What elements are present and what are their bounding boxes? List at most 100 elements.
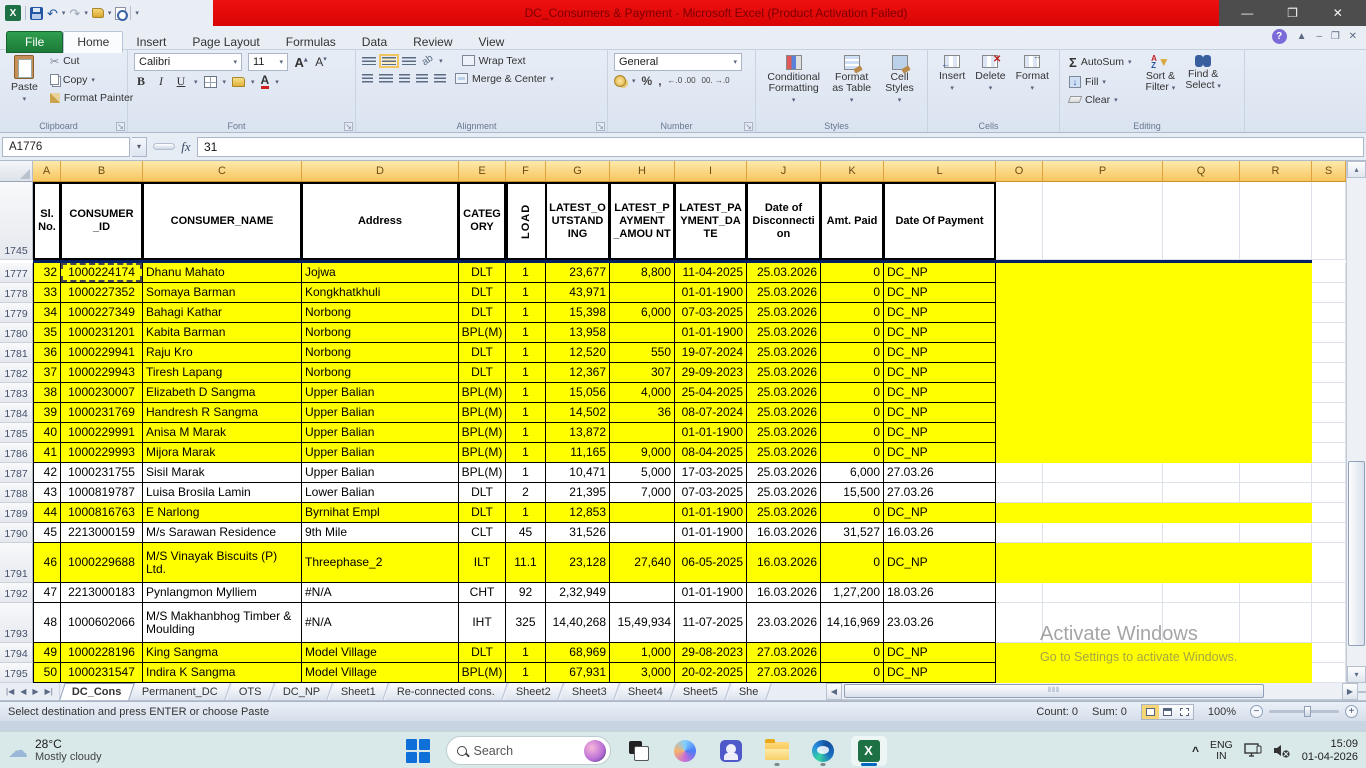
cell-empty[interactable] [1163, 303, 1240, 323]
cell[interactable]: 0 [821, 403, 884, 423]
cell[interactable]: 23.03.26 [884, 603, 996, 643]
clock[interactable]: 15:0901-04-2026 [1302, 738, 1358, 764]
search-box[interactable]: Search [446, 736, 611, 765]
cell[interactable]: 1 [506, 423, 546, 443]
column-header-P[interactable]: P [1043, 161, 1163, 182]
paste-button[interactable]: Paste ▾ [6, 53, 43, 105]
cell[interactable]: 25.03.2026 [747, 343, 821, 363]
cell[interactable]: Handresh R Sangma [143, 403, 302, 423]
cell-empty[interactable] [1240, 323, 1312, 343]
cell[interactable]: 9th Mile [302, 523, 459, 543]
cell[interactable]: 11,165 [546, 443, 610, 463]
cell-empty[interactable] [1312, 182, 1346, 260]
zoom-slider[interactable]: − + [1250, 705, 1358, 718]
cell-empty[interactable] [1240, 503, 1312, 523]
cell[interactable]: 48 [33, 603, 61, 643]
cell[interactable]: DLT [459, 343, 506, 363]
cell-empty[interactable] [1163, 182, 1240, 260]
sheet-tab-ots[interactable]: OTS [227, 683, 274, 700]
cell-empty[interactable] [1163, 603, 1240, 643]
cell[interactable]: 0 [821, 303, 884, 323]
cell[interactable]: 36 [610, 403, 675, 423]
cell[interactable]: DC_NP [884, 343, 996, 363]
cell[interactable]: Byrnihat Empl [302, 503, 459, 523]
format-as-table-button[interactable]: Formatas Table ▾ [825, 53, 878, 108]
cell[interactable]: 25.03.2026 [747, 403, 821, 423]
fill-dropdown-icon[interactable]: ▾ [108, 9, 112, 17]
cell[interactable]: 08-04-2025 [675, 443, 747, 463]
ribbon-tab-review[interactable]: Review [400, 32, 465, 52]
paste-dropdown-icon[interactable]: ▾ [23, 95, 27, 103]
cell[interactable]: DC_NP [884, 663, 996, 683]
cell-empty[interactable] [996, 303, 1043, 323]
cell[interactable]: 25.03.2026 [747, 443, 821, 463]
header-cell[interactable]: LATEST_PA YMENT_DA TE [675, 182, 747, 260]
row-header-1785[interactable]: 1785 [0, 423, 33, 443]
workbook-window-controls[interactable]: – ❐ ✕ [1317, 31, 1360, 42]
cell[interactable]: 325 [506, 603, 546, 643]
cut-button[interactable]: ✂Cut [47, 53, 136, 69]
cell[interactable]: 7,000 [610, 483, 675, 503]
row-header-1793[interactable]: 1793 [0, 603, 33, 643]
cell[interactable]: Anisa M Marak [143, 423, 302, 443]
cell[interactable]: 1 [506, 443, 546, 463]
cell[interactable]: 1,000 [610, 643, 675, 663]
copilot-button[interactable] [667, 736, 703, 766]
cell[interactable]: 1000229993 [61, 443, 143, 463]
cell[interactable]: 4,000 [610, 383, 675, 403]
search-highlight-image[interactable] [584, 740, 606, 762]
cell[interactable]: 1,27,200 [821, 583, 884, 603]
cell-empty[interactable] [1312, 283, 1346, 303]
cell[interactable]: 35 [33, 323, 61, 343]
cell[interactable]: DLT [459, 283, 506, 303]
cell-empty[interactable] [1043, 603, 1163, 643]
cell-empty[interactable] [996, 283, 1043, 303]
cell-empty[interactable] [1312, 303, 1346, 323]
cell-empty[interactable] [1163, 343, 1240, 363]
cell[interactable]: Norbong [302, 343, 459, 363]
row-header-1745[interactable]: 1745 [0, 182, 33, 260]
cell[interactable]: 01-01-1900 [675, 583, 747, 603]
cell-empty[interactable] [996, 583, 1043, 603]
print-preview-icon[interactable] [115, 7, 126, 20]
wrap-text-button[interactable]: Wrap Text [459, 53, 529, 68]
row-header-1779[interactable]: 1779 [0, 303, 33, 323]
customize-qat-icon[interactable]: ▾ [135, 9, 139, 17]
font-family-select[interactable]: Calibri▾ [134, 53, 242, 71]
cell[interactable]: 25.03.2026 [747, 383, 821, 403]
row-header-1786[interactable]: 1786 [0, 443, 33, 463]
vertical-scrollbar[interactable]: ▴ ▾ [1346, 161, 1366, 683]
row-header-1795[interactable]: 1795 [0, 663, 33, 683]
cell-empty[interactable] [1163, 643, 1240, 663]
align-middle-icon[interactable] [382, 57, 396, 65]
cell[interactable]: 1 [506, 323, 546, 343]
cell[interactable]: 27.03.2026 [747, 643, 821, 663]
header-cell[interactable]: Date Of Payment [884, 182, 996, 260]
scroll-up-icon[interactable]: ▴ [1347, 161, 1366, 178]
cell-empty[interactable] [1312, 543, 1346, 583]
cell-empty[interactable] [1240, 283, 1312, 303]
column-header-J[interactable]: J [747, 161, 821, 182]
cell-empty[interactable] [996, 463, 1043, 483]
cell-empty[interactable] [996, 363, 1043, 383]
cell-empty[interactable] [1312, 363, 1346, 383]
cell[interactable]: 43 [33, 483, 61, 503]
cell-empty[interactable] [1312, 443, 1346, 463]
cell[interactable]: M/s Sarawan Residence [143, 523, 302, 543]
cell[interactable]: 01-01-1900 [675, 323, 747, 343]
sheet-nav-buttons[interactable]: |◀ ◀ ▶ ▶| [0, 683, 60, 700]
header-cell[interactable]: Address [302, 182, 459, 260]
cell[interactable]: 45 [506, 523, 546, 543]
alignment-dialog-launcher-icon[interactable]: ↘ [596, 122, 605, 131]
cell-empty[interactable] [1240, 303, 1312, 323]
cell[interactable]: Mijora Marak [143, 443, 302, 463]
cell[interactable]: 45 [33, 523, 61, 543]
cell-empty[interactable] [996, 343, 1043, 363]
cell-empty[interactable] [996, 483, 1043, 503]
cell[interactable]: BPL(M) [459, 323, 506, 343]
cell[interactable]: DC_NP [884, 283, 996, 303]
percent-icon[interactable]: % [642, 74, 653, 88]
cell[interactable]: 25.03.2026 [747, 363, 821, 383]
cell-empty[interactable] [1163, 523, 1240, 543]
sheet-tab-sheet4[interactable]: Sheet4 [616, 683, 675, 700]
